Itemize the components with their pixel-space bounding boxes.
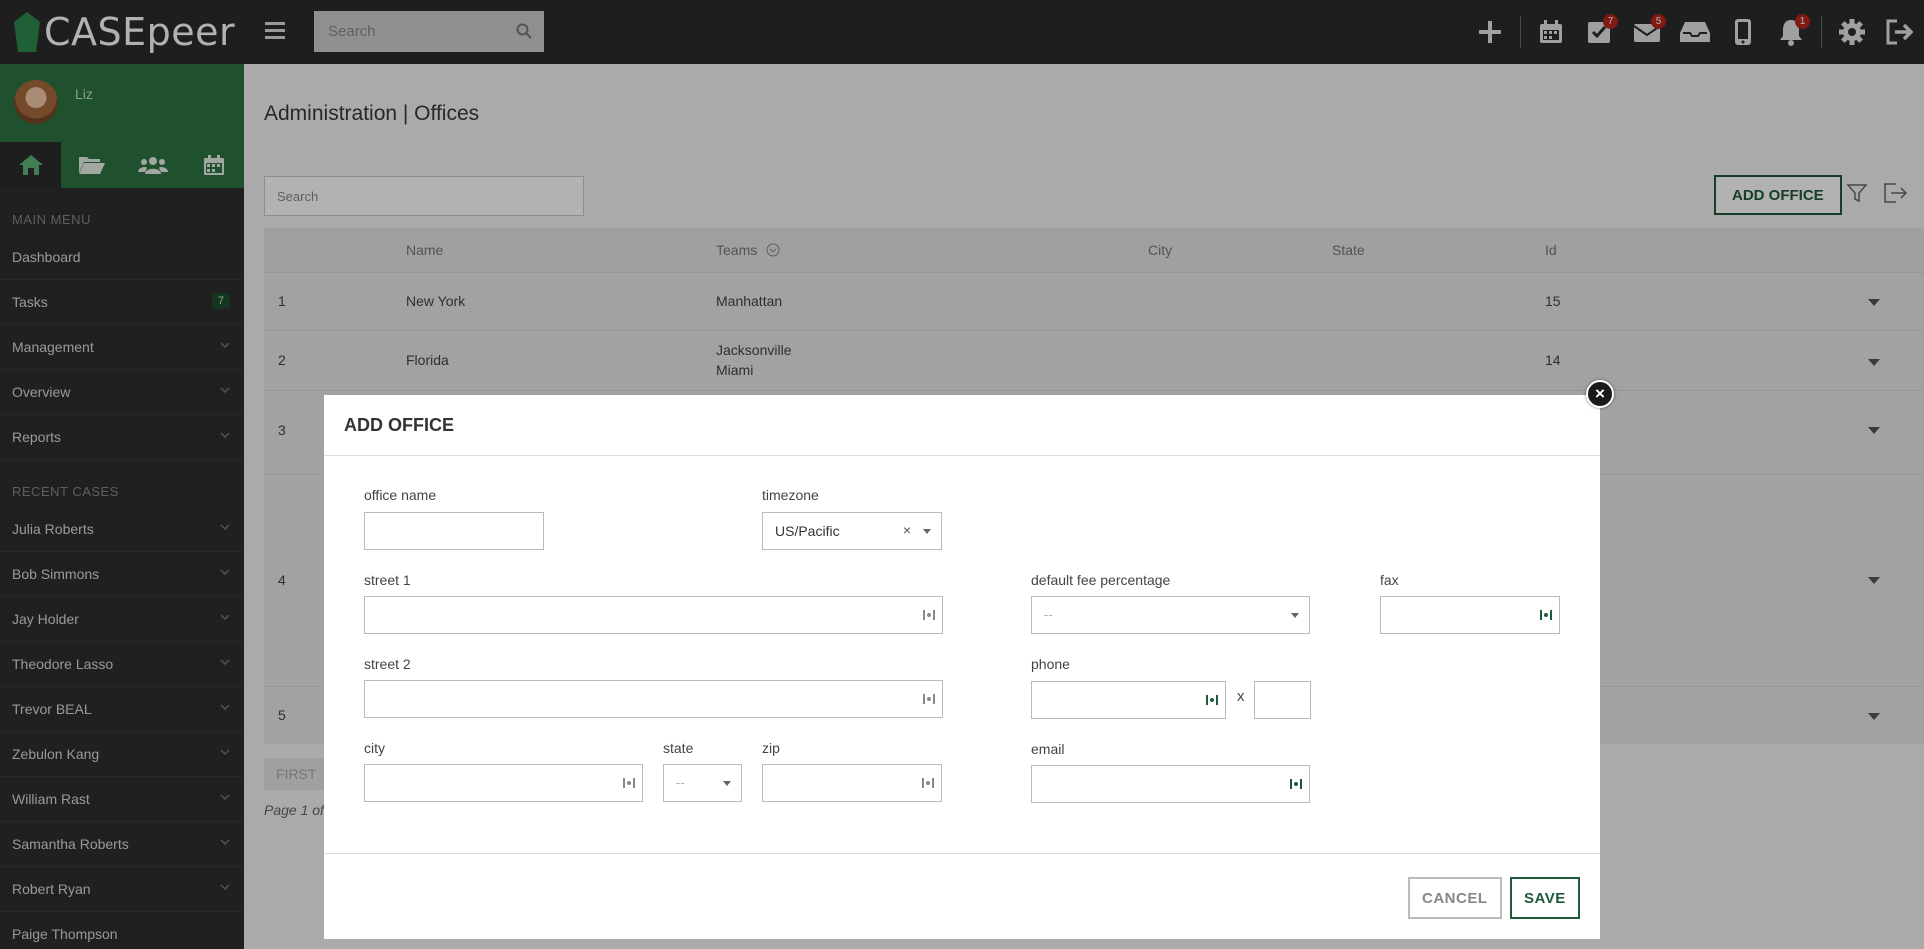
phone-extension-input[interactable] <box>1254 681 1311 719</box>
clear-selection-icon[interactable]: × <box>903 522 911 538</box>
modal-title: ADD OFFICE <box>344 415 454 435</box>
street2-input[interactable] <box>364 680 943 718</box>
lastpass-icon[interactable] <box>922 691 936 707</box>
lastpass-icon[interactable] <box>1205 692 1219 708</box>
timezone-select[interactable]: US/Pacific × <box>762 512 942 550</box>
add-office-modal: ADD OFFICE office name timezone US/Pacif… <box>324 395 1600 939</box>
office-name-input[interactable] <box>364 512 544 550</box>
fax-label: fax <box>1380 572 1399 588</box>
modal-footer-divider <box>324 853 1600 854</box>
fee-label: default fee percentage <box>1031 572 1171 588</box>
timezone-value: US/Pacific <box>775 523 840 539</box>
dropdown-arrow-icon[interactable] <box>723 781 731 786</box>
fee-percentage-select[interactable]: -- <box>1031 596 1310 634</box>
state-label: state <box>663 740 694 756</box>
office-name-label: office name <box>364 487 437 503</box>
phone-label: phone <box>1031 656 1070 672</box>
zip-label: zip <box>762 740 780 756</box>
modal-divider <box>324 455 1600 456</box>
lastpass-icon[interactable] <box>922 607 936 623</box>
save-button[interactable]: SAVE <box>1510 877 1580 919</box>
fax-input[interactable] <box>1380 596 1560 634</box>
city-input[interactable] <box>364 764 643 802</box>
lastpass-icon[interactable] <box>622 775 636 791</box>
close-icon[interactable]: × <box>1586 380 1614 408</box>
street1-input[interactable] <box>364 596 943 634</box>
state-select[interactable]: -- <box>663 764 742 802</box>
extension-separator: x <box>1237 688 1245 705</box>
street1-label: street 1 <box>364 572 411 588</box>
dropdown-arrow-icon[interactable] <box>923 529 931 534</box>
dropdown-arrow-icon[interactable] <box>1291 613 1299 618</box>
zip-input[interactable] <box>762 764 942 802</box>
city-label: city <box>364 740 385 756</box>
cancel-button[interactable]: CANCEL <box>1408 877 1502 919</box>
street2-label: street 2 <box>364 656 411 672</box>
state-value: -- <box>676 775 685 790</box>
fee-value: -- <box>1044 607 1053 622</box>
timezone-label: timezone <box>762 487 819 503</box>
lastpass-icon[interactable] <box>1539 607 1553 623</box>
lastpass-icon[interactable] <box>1289 776 1303 792</box>
phone-input[interactable] <box>1031 681 1226 719</box>
email-label: email <box>1031 741 1065 757</box>
email-input[interactable] <box>1031 765 1310 803</box>
lastpass-icon[interactable] <box>921 775 935 791</box>
